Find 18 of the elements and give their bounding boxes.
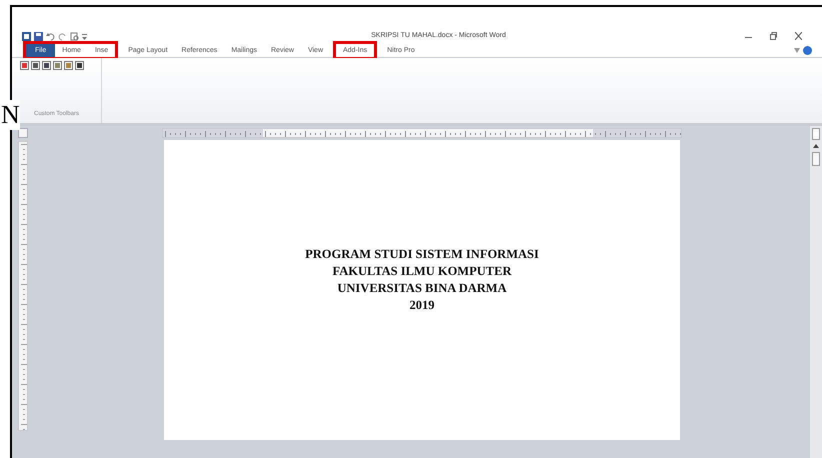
help-icon[interactable] xyxy=(803,46,812,54)
word-logo-icon[interactable] xyxy=(22,32,31,40)
ruler-toggle-icon[interactable] xyxy=(812,128,820,140)
document-heading-line: UNIVERSITAS BINA DARMA xyxy=(337,280,507,297)
stray-letter: N xyxy=(1,100,20,130)
redo-icon[interactable] xyxy=(58,32,67,40)
ribbon-minimize-icon[interactable] xyxy=(794,48,800,52)
customize-icon[interactable] xyxy=(82,32,87,40)
save-icon[interactable] xyxy=(34,32,43,40)
restore-icon[interactable] xyxy=(770,32,777,40)
print-preview-icon[interactable] xyxy=(70,32,79,40)
scroll-up-icon[interactable] xyxy=(813,144,819,148)
scrollbar-thumb[interactable] xyxy=(812,152,820,166)
document-heading-line: PROGRAM STUDI SISTEM INFORMASI xyxy=(305,246,539,263)
close-icon[interactable] xyxy=(795,32,802,40)
document-heading-line: FAKULTAS ILMU KOMPUTER xyxy=(332,263,512,280)
undo-icon[interactable] xyxy=(46,32,55,40)
document-heading-line: 2019 xyxy=(410,297,434,314)
